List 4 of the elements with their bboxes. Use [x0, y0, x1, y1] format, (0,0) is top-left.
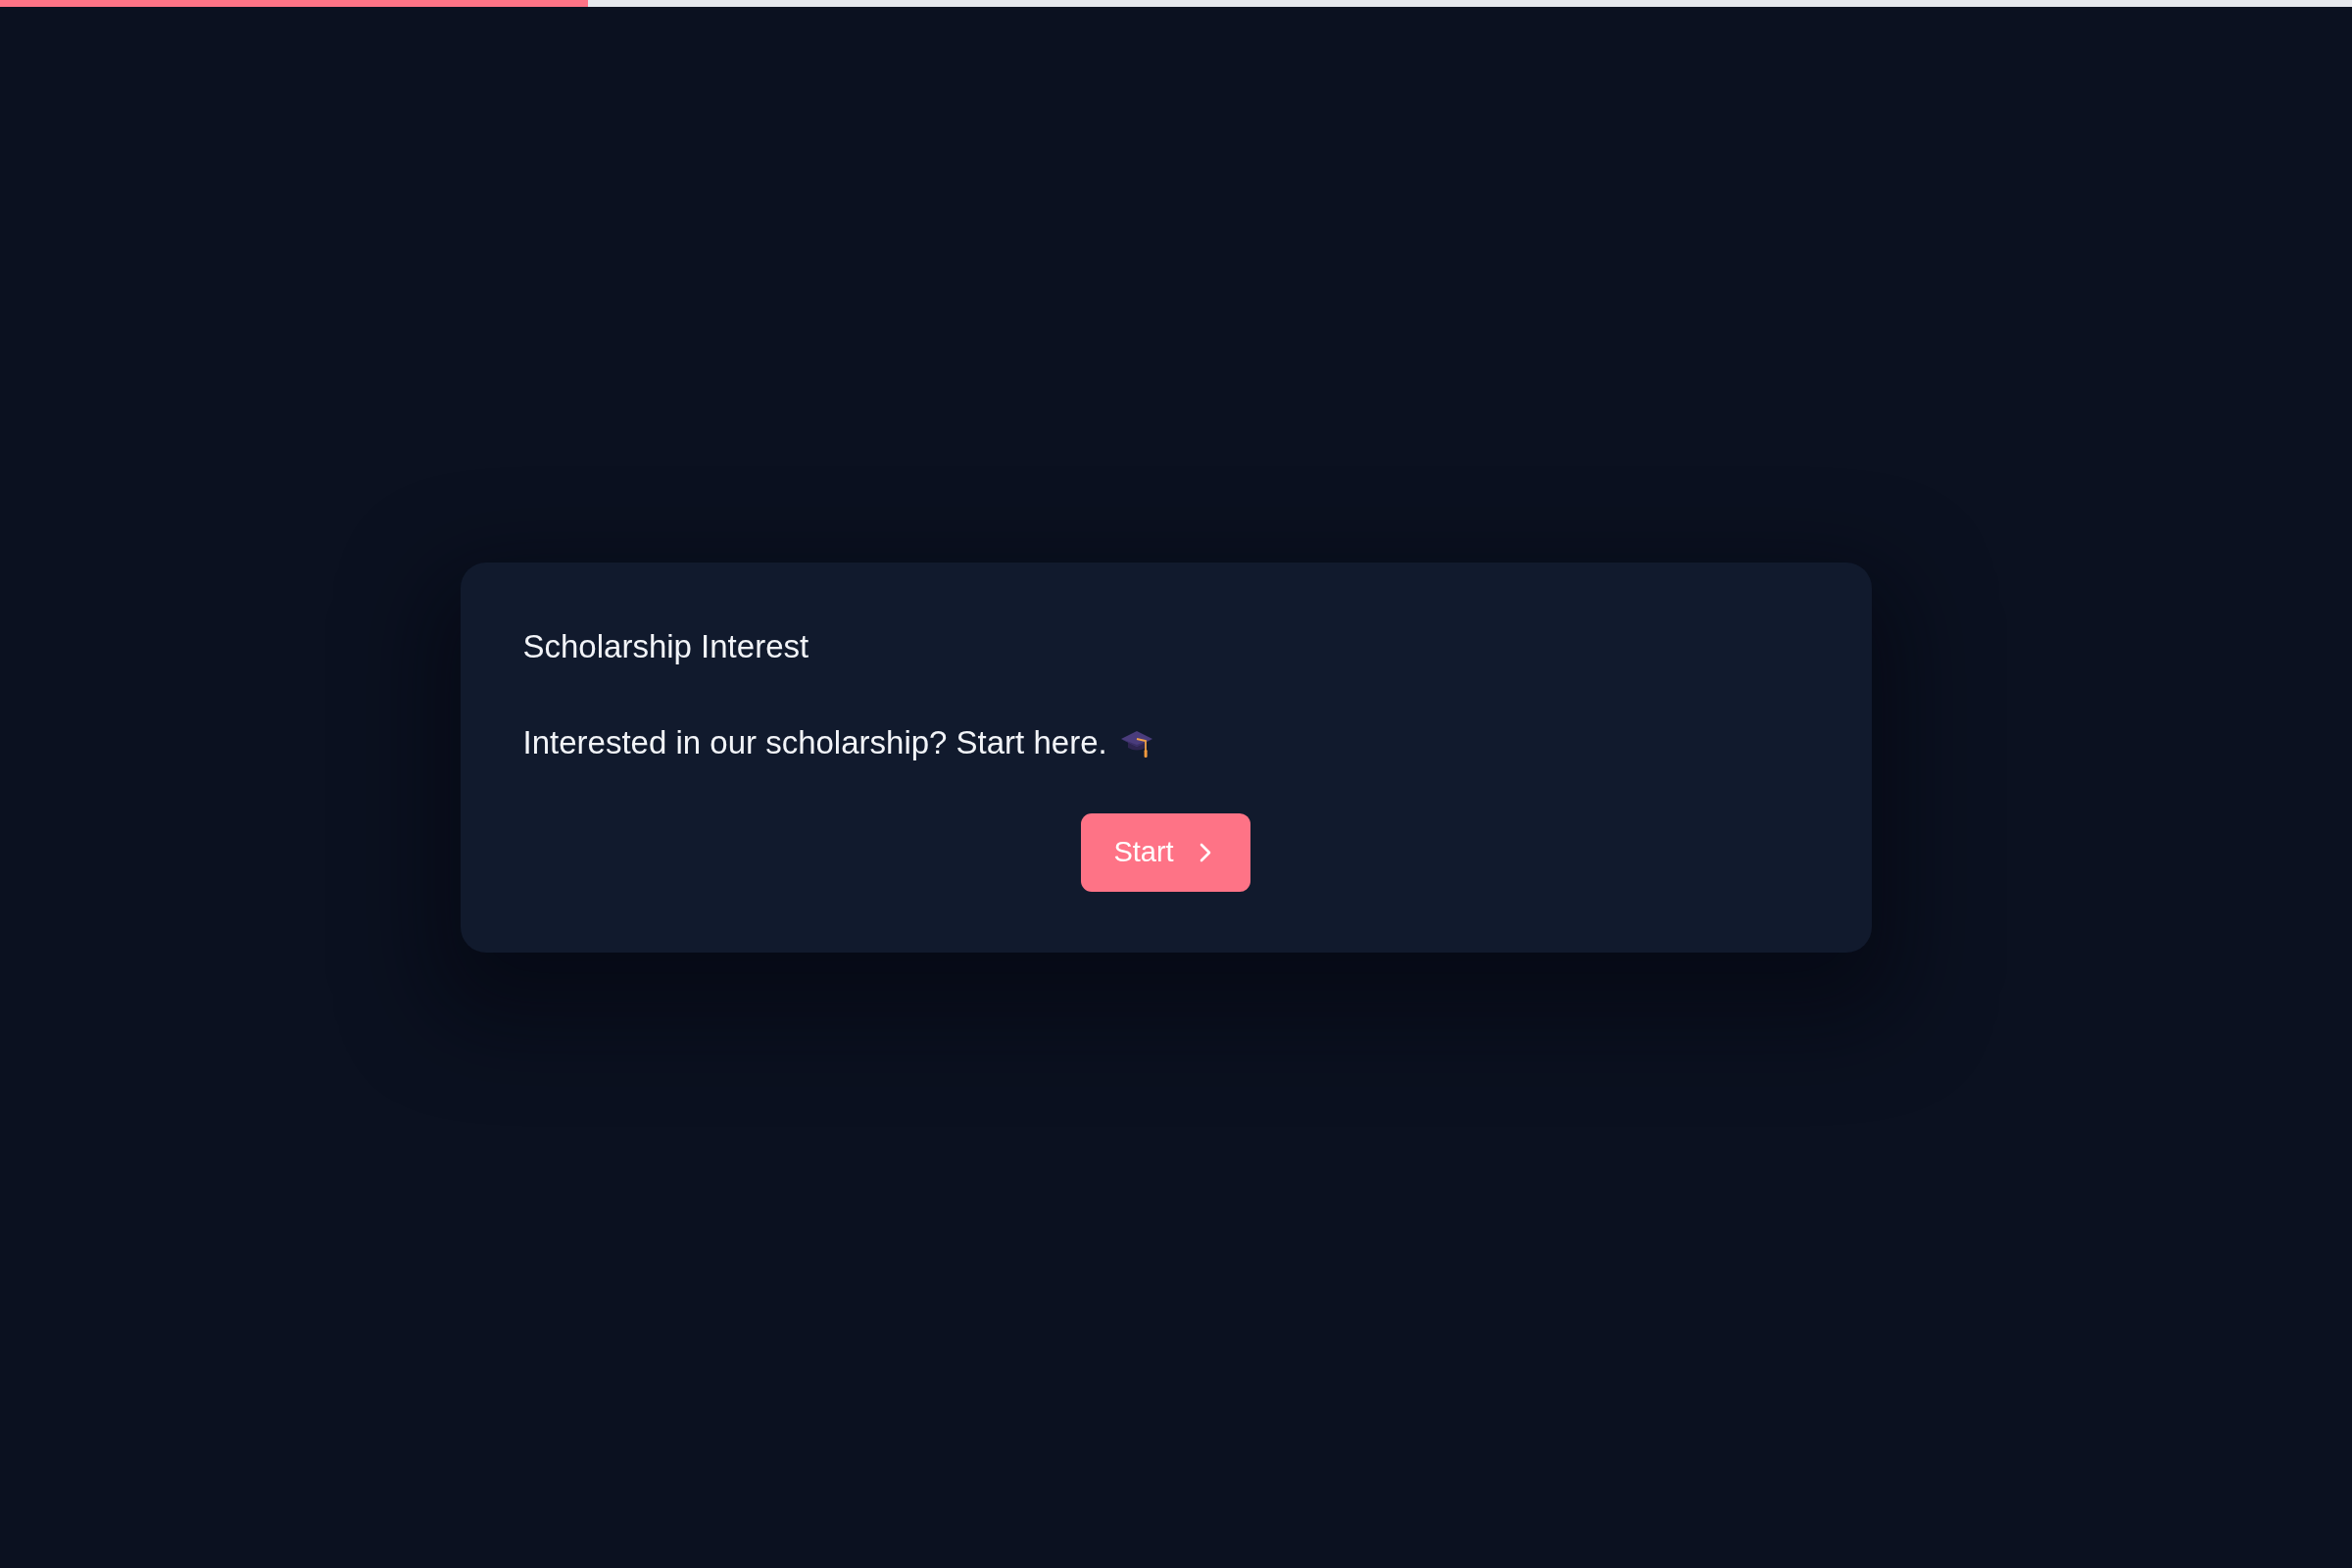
description-text: Interested in our scholarship? Start here.	[522, 722, 1107, 762]
start-button[interactable]: Start	[1081, 812, 1250, 892]
chevron-right-icon	[1199, 842, 1211, 862]
card-title: Scholarship Interest	[522, 626, 810, 666]
